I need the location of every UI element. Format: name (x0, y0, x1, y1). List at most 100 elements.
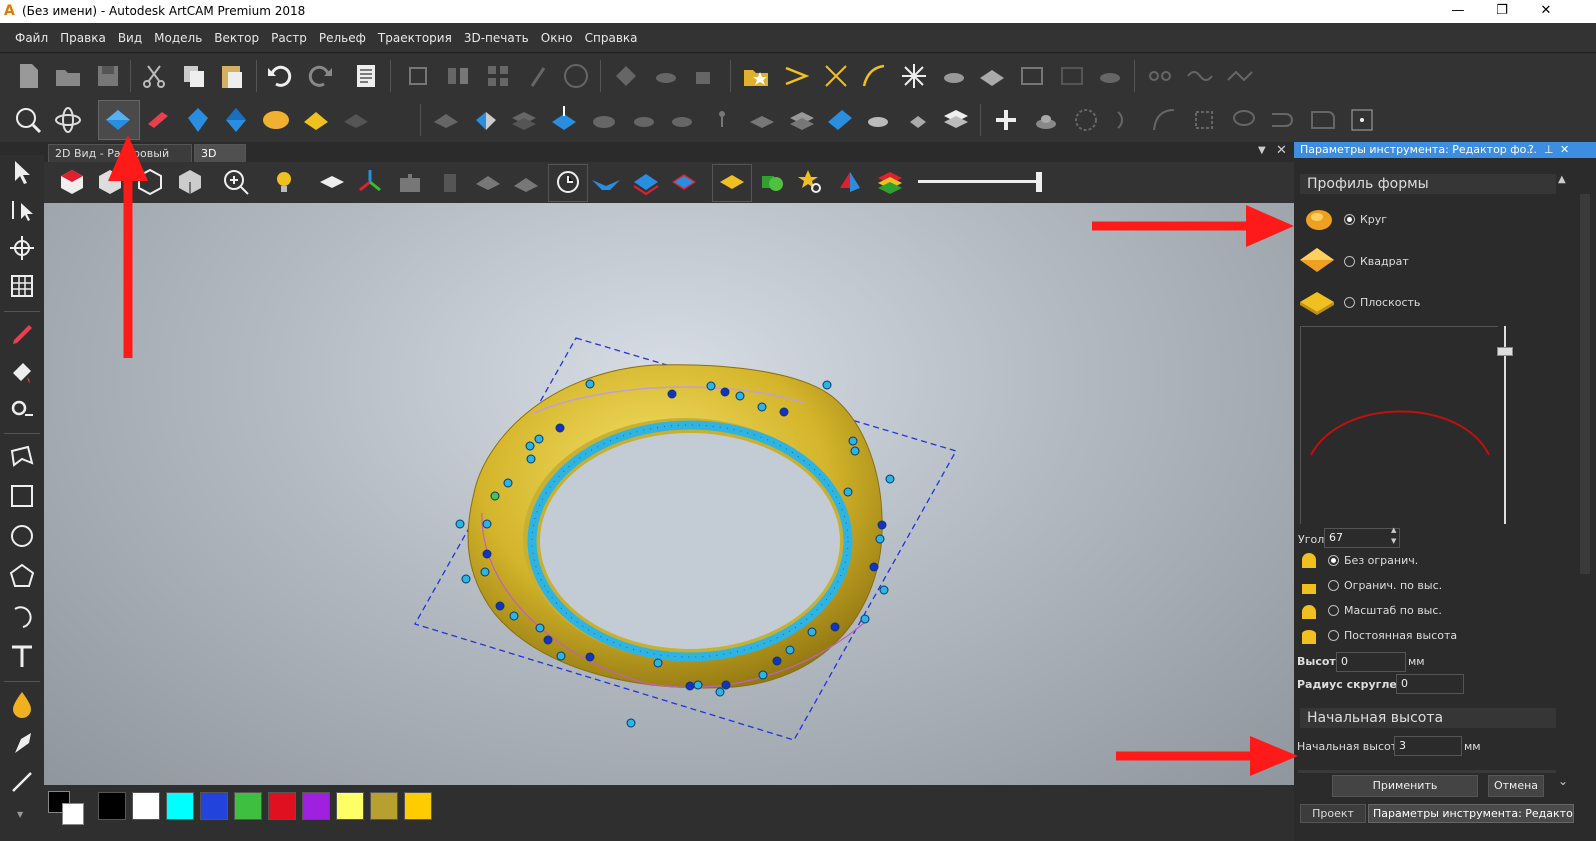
view-iso-icon[interactable] (56, 166, 88, 198)
notes-icon[interactable] (350, 60, 382, 92)
tab-project[interactable]: Проект (1300, 804, 1366, 823)
start-height-input[interactable]: 3 (1394, 736, 1462, 756)
swatch-cyan[interactable] (166, 792, 194, 820)
rounded-rect-icon[interactable] (1306, 104, 1338, 136)
panel-close-icon[interactable]: ✕ (1560, 142, 1569, 158)
blue-star-icon[interactable] (590, 166, 622, 198)
emboss-icon[interactable] (938, 60, 970, 92)
panel-scrollbar[interactable] (1580, 194, 1590, 574)
atom-icon[interactable] (52, 104, 84, 136)
relief-tool-icon[interactable] (610, 60, 642, 92)
cylinder-icon[interactable] (434, 166, 466, 198)
zoom-icon[interactable] (220, 166, 252, 198)
combine-icon[interactable] (430, 104, 462, 136)
maximize-button[interactable]: ❐ (1480, 0, 1524, 23)
quality-slider-track[interactable] (918, 180, 1038, 183)
swatch-yellow[interactable] (404, 792, 432, 820)
radio-limit-height[interactable] (1328, 580, 1339, 591)
quality-slider-thumb[interactable] (1036, 172, 1042, 192)
puzzle-icon[interactable] (394, 166, 426, 198)
light-bulb-icon[interactable] (268, 166, 300, 198)
apply-button[interactable]: Применить (1332, 775, 1478, 797)
tab-3d-view[interactable]: 3D вид (194, 144, 246, 178)
radio-square[interactable] (1344, 256, 1355, 267)
swatch-black[interactable] (98, 792, 126, 820)
spin-icon[interactable] (182, 104, 214, 136)
curve-select-icon[interactable] (1266, 104, 1298, 136)
minimize-button[interactable]: — (1436, 0, 1480, 23)
cancel-button[interactable]: Отмена (1488, 775, 1544, 797)
swatch-light-yellow[interactable] (336, 792, 364, 820)
radio-scale-height[interactable] (1328, 605, 1339, 616)
array-icon[interactable] (1056, 60, 1088, 92)
panel-help-icon[interactable]: ? (1528, 142, 1534, 158)
clock-icon[interactable] (552, 166, 584, 198)
plane-view-icon[interactable] (316, 166, 348, 198)
radio-plane[interactable] (1344, 297, 1355, 308)
menu-toolpath[interactable]: Траектория (372, 23, 458, 53)
circle-dashed-icon[interactable] (1070, 104, 1102, 136)
arc-icon[interactable] (1110, 104, 1142, 136)
shape-editor-icon[interactable] (102, 104, 134, 136)
radio-circle[interactable] (1344, 214, 1355, 225)
planar-icon[interactable] (300, 104, 332, 136)
background-color[interactable] (62, 803, 84, 825)
merge-icon[interactable] (690, 60, 722, 92)
3d-viewport[interactable] (44, 203, 1294, 785)
offset-relief-icon[interactable] (548, 104, 580, 136)
angle-spin-down-icon[interactable]: ▼ (1391, 537, 1396, 545)
rect-select-icon[interactable] (1188, 104, 1220, 136)
layers-stack-icon[interactable] (786, 104, 818, 136)
view-side-icon[interactable] (174, 166, 206, 198)
menu-edit[interactable]: Правка (54, 23, 112, 53)
raise-icon[interactable] (666, 104, 698, 136)
lower-icon[interactable] (628, 104, 660, 136)
text-icon[interactable] (5, 639, 39, 673)
ring-model-scene[interactable] (44, 203, 1294, 785)
menu-window[interactable]: Окно (535, 23, 579, 53)
redo-icon[interactable] (304, 60, 336, 92)
menu-relief[interactable]: Рельеф (313, 23, 372, 53)
distribute-icon[interactable] (442, 60, 474, 92)
bezier-icon[interactable] (1148, 104, 1180, 136)
point-icon[interactable] (1346, 104, 1378, 136)
yellow-plane-icon[interactable] (716, 166, 748, 198)
flatten-icon[interactable] (746, 104, 778, 136)
red-blue-layer-icon[interactable] (668, 166, 700, 198)
swatch-green[interactable] (234, 792, 262, 820)
arc-tool-icon[interactable] (5, 599, 39, 633)
radio-constant-height[interactable] (1328, 630, 1339, 641)
layer-icon[interactable] (650, 60, 682, 92)
drop-icon[interactable] (5, 687, 39, 721)
panel-pin-icon[interactable]: ⊥ (1544, 142, 1554, 158)
more-tools-icon[interactable]: ▼ (17, 810, 23, 819)
weave-icon[interactable] (260, 104, 292, 136)
vector-angle-icon[interactable] (780, 60, 812, 92)
grey-plane-icon[interactable] (472, 166, 504, 198)
start-height-section-title[interactable]: Начальная высота (1300, 708, 1556, 728)
favorites-folder-icon[interactable] (740, 60, 772, 92)
panel-hscroll[interactable] (1298, 770, 1556, 773)
fill-bucket-icon[interactable] (5, 355, 39, 389)
menu-model[interactable]: Модель (148, 23, 208, 53)
face-icon[interactable] (340, 104, 372, 136)
cut-icon[interactable] (138, 60, 170, 92)
pen-tool-icon[interactable] (522, 60, 554, 92)
align-icon[interactable] (402, 60, 434, 92)
color-pyramid-icon[interactable] (834, 166, 866, 198)
star-burst-icon[interactable] (898, 60, 930, 92)
star-search-icon[interactable] (794, 166, 826, 198)
close-view-icon[interactable]: ✕ (1276, 143, 1287, 158)
polygon-icon[interactable] (5, 559, 39, 593)
pencil-icon[interactable] (5, 317, 39, 351)
save-icon[interactable] (92, 60, 124, 92)
profile-section-title[interactable]: Профиль формы (1300, 174, 1556, 194)
snap-icon[interactable] (560, 60, 592, 92)
menu-vector[interactable]: Вектор (208, 23, 265, 53)
blue-plane-icon[interactable] (824, 104, 856, 136)
grid-icon[interactable] (482, 60, 514, 92)
paste-icon[interactable] (216, 60, 248, 92)
angle-input[interactable]: 67 (1324, 528, 1400, 548)
reset-relief-icon[interactable] (862, 104, 894, 136)
wrap-icon[interactable] (588, 104, 620, 136)
